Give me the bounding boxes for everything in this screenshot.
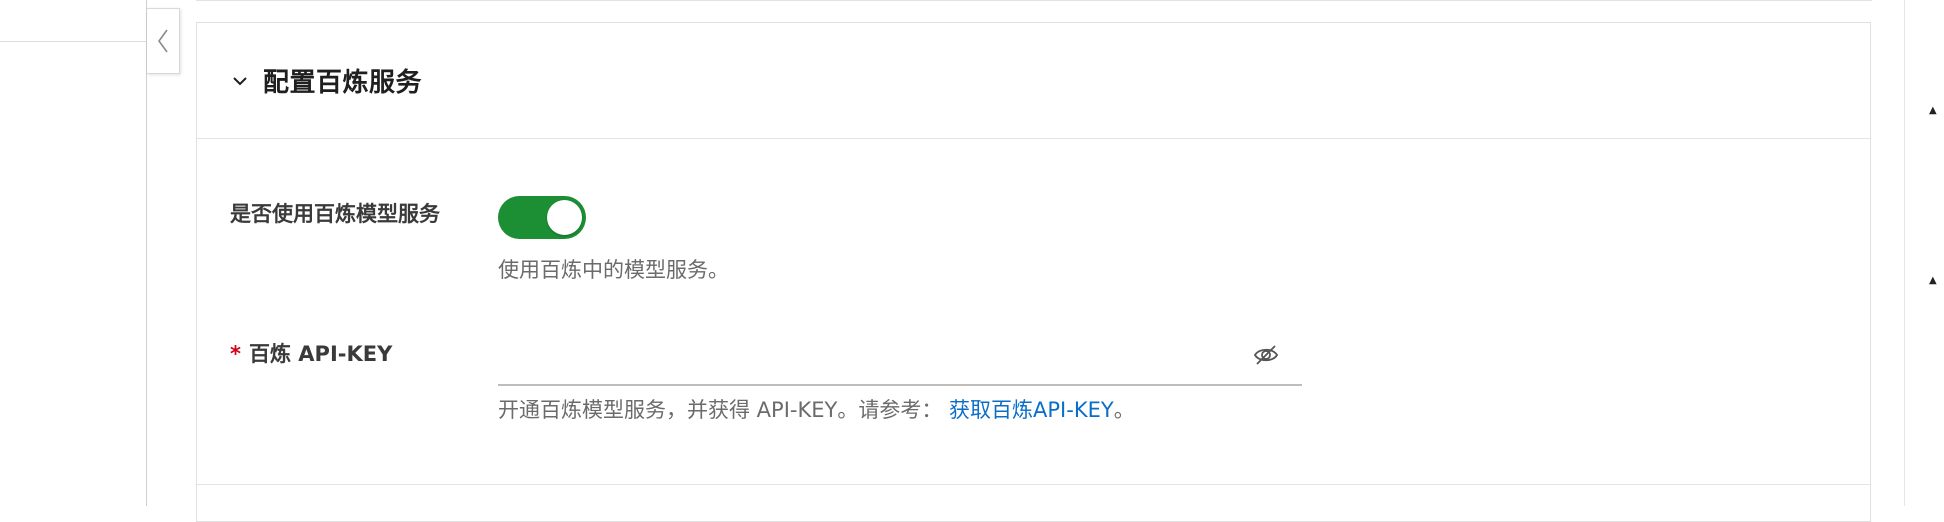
toggle-knob xyxy=(547,200,582,235)
use-service-helper: 使用百炼中的模型服务。 xyxy=(498,258,729,282)
collapse-sidebar-button[interactable] xyxy=(147,8,180,74)
api-key-label: * 百炼 API-KEY xyxy=(230,338,392,368)
chevron-down-icon xyxy=(233,76,247,85)
section-header[interactable]: 配置百炼服务 xyxy=(197,23,1870,139)
previous-card-bottom-border xyxy=(196,0,1872,1)
card-divider xyxy=(197,484,1870,485)
bailian-config-card: 配置百炼服务 xyxy=(196,22,1871,522)
section-title: 配置百炼服务 xyxy=(263,68,423,98)
required-mark: * xyxy=(230,342,241,366)
eye-off-icon[interactable] xyxy=(1253,342,1279,368)
left-panel-divider xyxy=(0,41,147,42)
api-key-helper-suffix: 。 xyxy=(1113,398,1135,422)
get-api-key-link[interactable]: 获取百炼API-KEY xyxy=(949,398,1114,422)
left-panel-edge xyxy=(146,0,147,506)
chevron-left-icon xyxy=(158,29,168,53)
api-key-input[interactable] xyxy=(498,330,1302,386)
scroll-up-arrow[interactable]: ▲ xyxy=(1929,106,1937,116)
scroll-up-arrow-secondary[interactable]: ▲ xyxy=(1929,276,1937,286)
use-service-label: 是否使用百炼模型服务 xyxy=(230,202,440,226)
use-service-toggle[interactable] xyxy=(498,196,586,239)
api-key-helper-text: 开通百炼模型服务，并获得 API-KEY。请参考： xyxy=(498,398,943,422)
api-key-label-text: 百炼 API-KEY xyxy=(248,342,393,366)
scrollbar-track[interactable] xyxy=(1904,0,1905,506)
api-key-helper: 开通百炼模型服务，并获得 API-KEY。请参考： 获取百炼API-KEY。 xyxy=(498,394,1135,424)
